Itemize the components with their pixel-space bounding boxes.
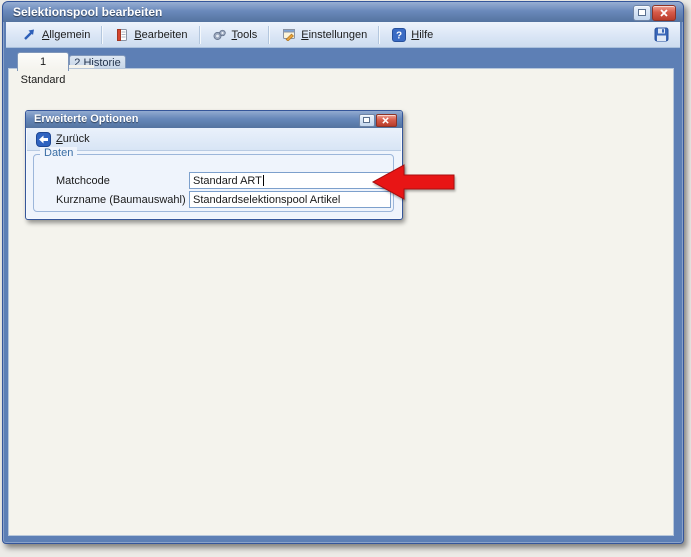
toolbar-button-label: Tools xyxy=(232,29,258,41)
tab-label: 1 Standard xyxy=(21,56,66,86)
dialog-toolbar: Zurück xyxy=(27,128,401,151)
screenshot-root: Selektionspool bearbeiten Allgemein Bear… xyxy=(0,0,691,557)
restore-icon xyxy=(363,117,370,123)
daten-groupbox: Daten Matchcode Standard ART Kurzname (B… xyxy=(33,154,394,212)
toolbar-button-allgemein[interactable]: Allgemein xyxy=(13,25,99,45)
close-icon xyxy=(660,9,668,17)
help-icon: ? xyxy=(391,27,406,42)
window-titlebar: Selektionspool bearbeiten xyxy=(3,2,683,22)
toolbar-separator xyxy=(268,26,270,44)
dialog-titlebar: Erweiterte Optionen xyxy=(26,111,402,128)
dialog-restore-button[interactable] xyxy=(359,114,375,127)
save-icon xyxy=(654,27,669,42)
toolbar-button-hilfe[interactable]: ? Hilfe xyxy=(382,25,442,45)
back-button[interactable]: Zurück xyxy=(36,131,90,147)
arrow-up-right-icon xyxy=(22,27,37,42)
kurzname-label: Kurzname (Baumauswahl) xyxy=(56,194,186,206)
restore-button[interactable] xyxy=(633,5,651,21)
edit-icon xyxy=(114,27,129,42)
dialog-close-button[interactable] xyxy=(376,114,397,127)
daten-legend: Daten xyxy=(40,147,77,159)
toolbar-separator xyxy=(101,26,103,44)
restore-icon xyxy=(638,9,646,16)
matchcode-label: Matchcode xyxy=(56,175,110,187)
close-button[interactable] xyxy=(652,5,676,21)
close-icon xyxy=(382,117,389,124)
save-button[interactable] xyxy=(650,25,672,45)
back-arrow-icon xyxy=(36,132,51,147)
main-toolbar: Allgemein Bearbeiten xyxy=(6,22,680,48)
kurzname-value: Standardselektionspool Artikel xyxy=(193,194,340,206)
toolbar-button-tools[interactable]: Tools xyxy=(203,25,267,45)
window-title: Selektionspool bearbeiten xyxy=(13,5,162,19)
matchcode-input[interactable]: Standard ART xyxy=(189,172,391,189)
gear-icon xyxy=(212,27,227,42)
toolbar-button-label: Einstellungen xyxy=(301,29,367,41)
toolbar-separator xyxy=(378,26,380,44)
tab-standard[interactable]: 1 Standard xyxy=(17,52,69,71)
toolbar-button-einstellungen[interactable]: Einstellungen xyxy=(272,25,376,45)
toolbar-button-bearbeiten[interactable]: Bearbeiten xyxy=(105,25,196,45)
toolbar-separator xyxy=(199,26,201,44)
settings-icon xyxy=(281,27,296,42)
kurzname-input[interactable]: Standardselektionspool Artikel xyxy=(189,191,391,208)
text-caret xyxy=(263,175,264,186)
toolbar-button-label: Allgemein xyxy=(42,29,90,41)
toolbar-button-label: Hilfe xyxy=(411,29,433,41)
svg-text:?: ? xyxy=(396,30,402,41)
dialog-title: Erweiterte Optionen xyxy=(34,113,139,125)
toolbar-button-label: Bearbeiten xyxy=(134,29,187,41)
erweiterte-optionen-dialog: Erweiterte Optionen Zurück Daten Matchco… xyxy=(25,110,403,220)
back-button-label: Zurück xyxy=(56,133,90,145)
matchcode-value: Standard ART xyxy=(193,175,262,187)
red-annotation-arrow xyxy=(366,161,462,203)
